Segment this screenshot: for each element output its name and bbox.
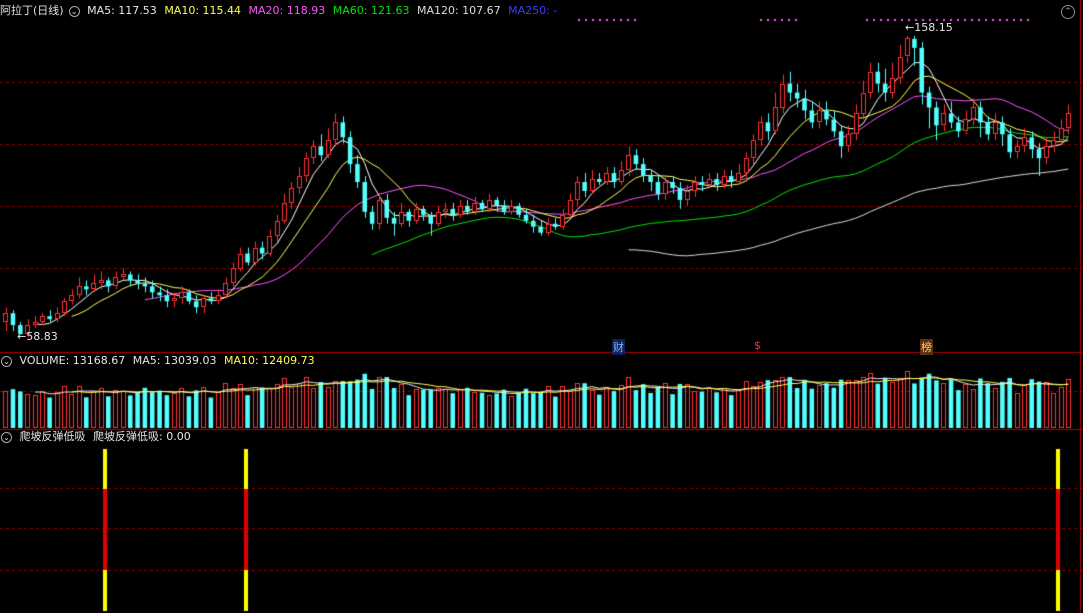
ma20-value: MA20: 118.93 (248, 4, 326, 17)
volume-ma10-value: MA10: 12409.73 (223, 354, 315, 367)
collapse-icon[interactable]: ⌃ (1061, 5, 1075, 19)
main-chart-header: 阿拉丁(日线) ⌄ MA5: 117.53 MA10: 115.44 MA20: … (0, 4, 561, 18)
expand-icon[interactable]: ⌄ (1, 355, 12, 367)
ma120-value: MA120: 107.67 (416, 4, 501, 17)
symbol-label[interactable]: 阿拉丁(日线) (0, 4, 64, 17)
expand-icon[interactable]: ⌄ (68, 5, 80, 17)
indicator-name[interactable]: 爬坡反弹低吸 (20, 430, 86, 443)
indicator-value: 爬坡反弹低吸: 0.00 (93, 430, 191, 443)
volume-ma5-value: MA5: 13039.03 (132, 354, 217, 367)
dollar-badge[interactable]: $ (754, 339, 761, 352)
volume-header: ⌄ VOLUME: 13168.67 MA5: 13039.03 MA10: 1… (0, 354, 319, 368)
ma250-value: MA250: - (508, 4, 558, 17)
indicator-header: ⌄ 爬坡反弹低吸 爬坡反弹低吸: 0.00 (0, 430, 195, 444)
ma5-value: MA5: 117.53 (87, 4, 157, 17)
finance-badge[interactable]: 财 (612, 339, 625, 355)
ma10-value: MA10: 115.44 (164, 4, 242, 17)
ma60-value: MA60: 121.63 (332, 4, 410, 17)
volume-value: VOLUME: 13168.67 (19, 354, 126, 367)
expand-icon[interactable]: ⌄ (1, 431, 12, 443)
low-price-label: ←58.83 (17, 330, 58, 343)
stock-chart-canvas[interactable] (0, 0, 1083, 613)
high-price-label: ←158.15 (905, 21, 953, 34)
ranking-badge[interactable]: 榜 (920, 339, 933, 355)
